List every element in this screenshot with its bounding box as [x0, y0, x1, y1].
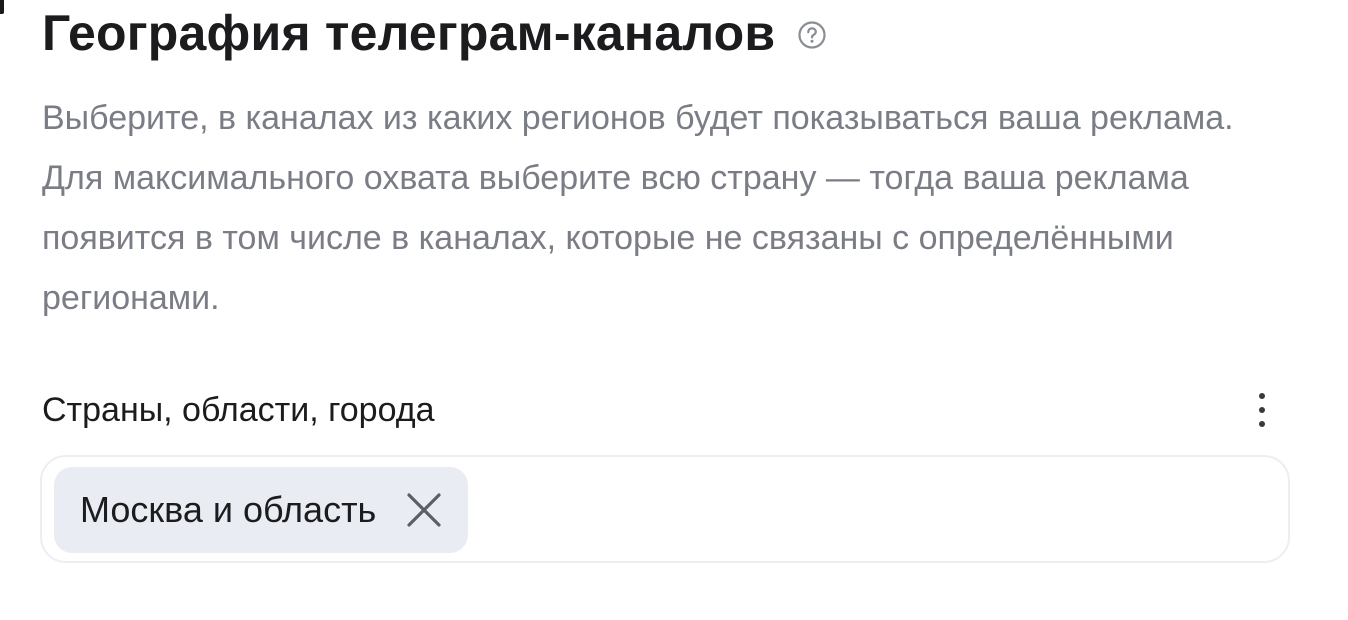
- geo-settings-panel: География телеграм-каналов Выберите, в к…: [0, 0, 1348, 620]
- close-icon[interactable]: [402, 488, 446, 532]
- more-options-button[interactable]: [1244, 384, 1280, 436]
- vertical-dots-icon: [1259, 393, 1265, 399]
- question-circle-icon[interactable]: [797, 20, 827, 50]
- edge-marker: [0, 0, 4, 14]
- section-title: География телеграм-каналов: [42, 5, 776, 61]
- regions-input[interactable]: Москва и область: [40, 455, 1290, 563]
- section-header: География телеграм-каналов: [42, 2, 827, 64]
- region-chip-label: Москва и область: [80, 489, 377, 530]
- section-description: Выберите, в каналах из каких регионов бу…: [42, 99, 1234, 317]
- regions-field-label: Страны, области, города: [42, 391, 435, 429]
- region-chip: Москва и область: [54, 467, 469, 553]
